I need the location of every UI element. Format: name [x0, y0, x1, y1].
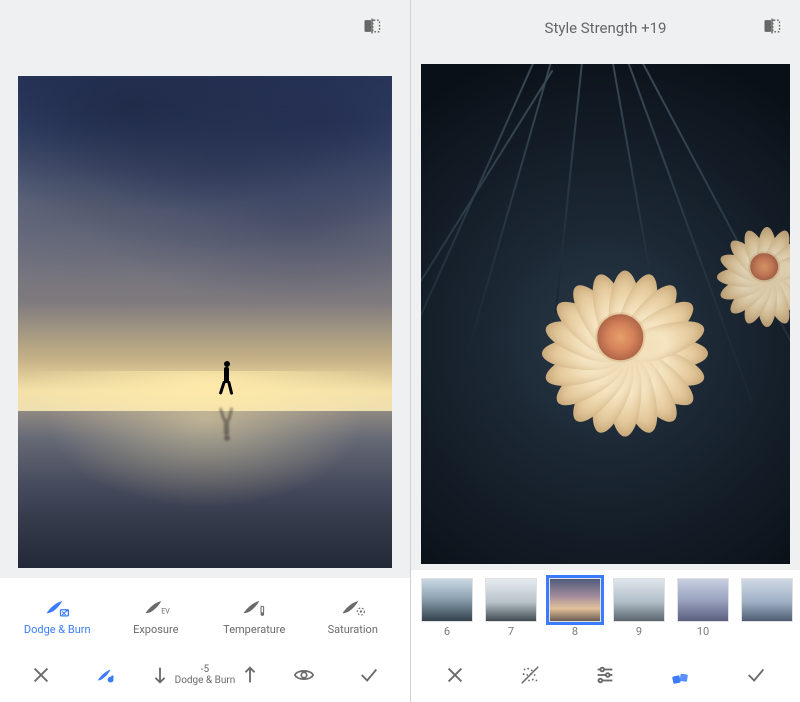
- svg-text:EV: EV: [161, 607, 170, 615]
- style-swatch-strip[interactable]: 6 7 8 9 10: [411, 570, 800, 648]
- right-topbar: Style Strength +19: [411, 0, 800, 56]
- left-photo: [18, 76, 392, 568]
- grain-off-button[interactable]: [507, 655, 553, 695]
- swatch-8[interactable]: 8: [549, 578, 601, 638]
- swatch-6[interactable]: 6: [421, 578, 473, 638]
- left-canvas[interactable]: [0, 56, 410, 578]
- right-bottom-row: [411, 648, 800, 702]
- tool-label: Dodge & Burn: [24, 623, 91, 636]
- tool-label: Temperature: [223, 623, 285, 636]
- arrow-down-icon[interactable]: [149, 664, 171, 686]
- tool-exposure[interactable]: EV Exposure: [121, 597, 191, 636]
- left-topbar: [0, 0, 410, 56]
- left-bottom-row: -5 Dodge & Burn: [0, 648, 410, 702]
- cancel-button[interactable]: [18, 655, 64, 695]
- styles-button[interactable]: [658, 655, 704, 695]
- tool-saturation[interactable]: Saturation: [318, 597, 388, 636]
- tune-button[interactable]: [582, 655, 628, 695]
- swatch-10[interactable]: 10: [677, 578, 729, 638]
- swatch-7[interactable]: 7: [485, 578, 537, 638]
- adjustment-stepper[interactable]: -5 Dodge & Burn: [149, 655, 262, 695]
- style-panel: Style Strength +19: [410, 0, 800, 702]
- preview-eye-button[interactable]: [281, 655, 327, 695]
- swatch-9[interactable]: 9: [613, 578, 665, 638]
- brush-mode-button[interactable]: [83, 655, 129, 695]
- arrow-up-icon[interactable]: [239, 664, 261, 686]
- cancel-button[interactable]: [432, 655, 478, 695]
- tool-label: Saturation: [328, 623, 378, 636]
- swatch-next[interactable]: [741, 578, 793, 638]
- apply-button[interactable]: [733, 655, 779, 695]
- adjustment-label: Dodge & Burn: [175, 675, 236, 686]
- brush-edit-panel: Dodge & Burn EV Exposure Temperature: [0, 0, 410, 702]
- right-photo: [421, 64, 790, 564]
- tool-temperature[interactable]: Temperature: [219, 597, 289, 636]
- right-canvas[interactable]: [411, 56, 800, 570]
- adjustment-value: -5: [175, 664, 236, 675]
- compare-icon[interactable]: [762, 16, 782, 40]
- compare-icon[interactable]: [362, 16, 382, 40]
- tool-label: Exposure: [133, 623, 178, 636]
- tool-dodge-burn[interactable]: Dodge & Burn: [22, 597, 92, 636]
- brush-tools-row: Dodge & Burn EV Exposure Temperature: [0, 578, 410, 648]
- apply-button[interactable]: [346, 655, 392, 695]
- status-text: Style Strength +19: [411, 19, 800, 37]
